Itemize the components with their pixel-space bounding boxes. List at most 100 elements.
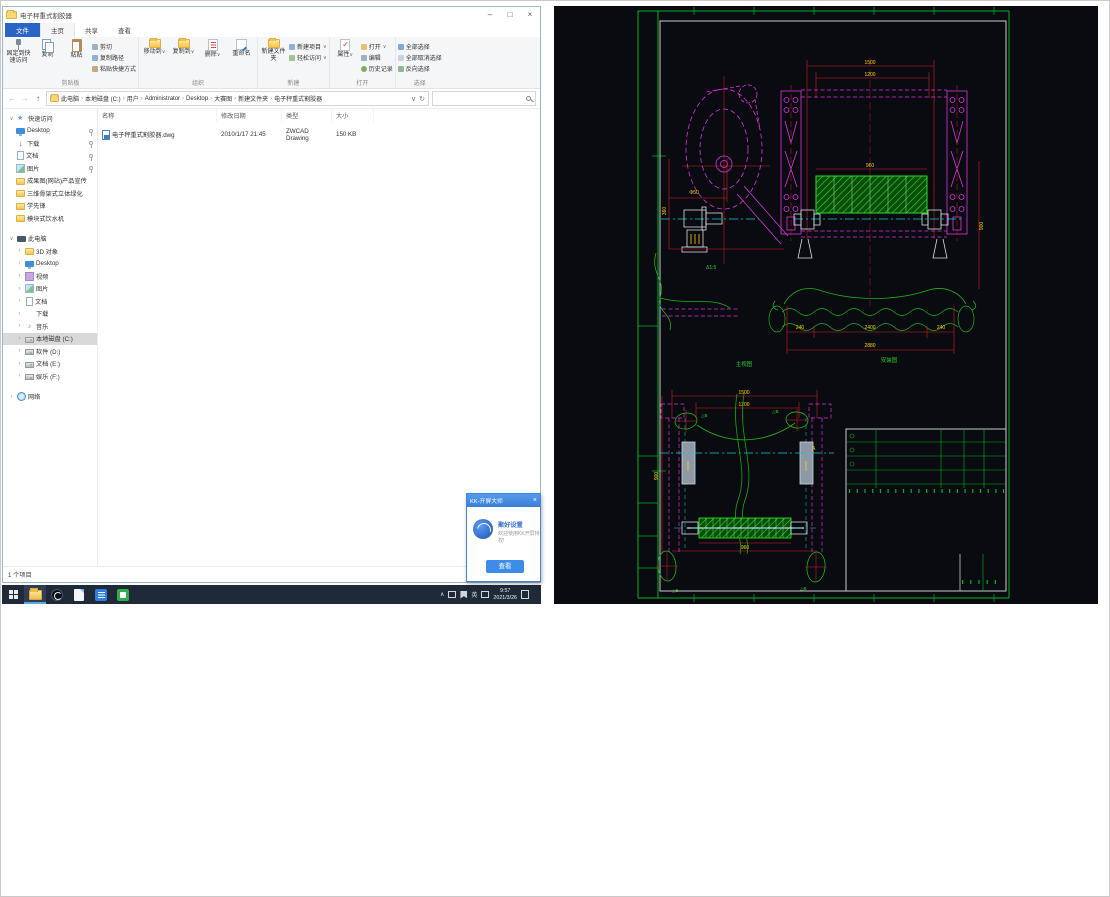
desktop-icon <box>16 128 25 137</box>
copy-button[interactable]: 复制 <box>34 39 61 59</box>
popup-app-icon <box>473 519 493 539</box>
plan-view: 1500 1200 900 960 △B △B △B △B A <box>654 390 834 593</box>
open-button[interactable]: 打开 ∨ <box>360 42 393 51</box>
notification-icon[interactable] <box>521 590 529 599</box>
sidebar-item-desktop-pc[interactable]: › Desktop <box>3 258 97 271</box>
sidebar-item-disk-d[interactable]: › 软件 (D:) <box>3 345 97 358</box>
sidebar-item-desktop[interactable]: Desktop <box>3 125 97 138</box>
ime-indicator[interactable]: 英 <box>471 590 477 599</box>
properties-button[interactable]: ✓ 属性∨ <box>332 39 359 59</box>
sidebar-item-folder[interactable]: 学先锋 <box>3 200 97 213</box>
paste-shortcut-button[interactable]: 粘贴快捷方式 <box>92 64 136 73</box>
quick-access-icon: ★ <box>17 114 24 122</box>
search-box[interactable] <box>432 91 536 106</box>
cut-button[interactable]: 剪切 <box>92 42 136 51</box>
delete-button[interactable]: 删除∨ <box>199 39 226 59</box>
display-tray-icon[interactable] <box>448 591 457 598</box>
taskbar-docs-app[interactable] <box>90 585 112 604</box>
sidebar-quick-access[interactable]: ∨ ★ 快速访问 <box>3 112 97 125</box>
breadcrumb[interactable]: 此电脑 › 本地磁盘 (C:) › 用户 › Administrator › Deskt… <box>46 91 429 106</box>
taskbar-clock[interactable]: 9:57 2021/3/26 <box>493 588 517 601</box>
taskbar-sheets-app[interactable] <box>112 585 134 604</box>
select-none-button[interactable]: 全部取消选择 <box>397 53 442 62</box>
history-button[interactable]: 历史记录 <box>360 64 393 73</box>
sidebar-this-pc[interactable]: ∨ 此电脑 <box>3 233 97 246</box>
column-modified[interactable]: 修改日期 <box>217 109 282 122</box>
sidebar-item-documents-pc[interactable]: › 文档 <box>3 295 97 308</box>
breadcrumb-segment[interactable]: 用户 <box>127 94 139 103</box>
sidebar-item-folder[interactable]: 模块式饮水机 <box>3 212 97 225</box>
new-folder-button[interactable]: 新建文件夹 <box>260 37 287 63</box>
tab-share[interactable]: 共享 <box>75 23 108 37</box>
sidebar-item-local-disk-c[interactable]: › 本地磁盘 (C:) <box>3 332 97 345</box>
column-size[interactable]: 大小 <box>332 109 374 122</box>
popup-close-icon[interactable]: × <box>533 497 537 504</box>
sidebar-item-folder[interactable]: 三维骨架式立体绿化 <box>3 187 97 200</box>
dim-side-height: 360 <box>662 207 668 216</box>
paste-button[interactable]: 粘贴 <box>63 39 90 60</box>
refresh-icon[interactable]: ↻ <box>419 95 425 103</box>
copy-to-button[interactable]: 复制到∨ <box>170 37 197 56</box>
close-button[interactable]: × <box>520 7 540 22</box>
sidebar-item-documents[interactable]: 文档 <box>3 150 97 163</box>
back-button[interactable]: ← <box>7 94 17 103</box>
taskbar-media-app[interactable] <box>46 585 68 604</box>
breadcrumb-segment[interactable]: Administrator <box>145 96 180 102</box>
sidebar-item-pictures-pc[interactable]: › 图片 <box>3 283 97 296</box>
invert-selection-button[interactable]: 反向选择 <box>397 64 442 73</box>
sidebar-item-disk-f[interactable]: › 娱乐 (F:) <box>3 370 97 383</box>
breadcrumb-segment[interactable]: 本地磁盘 (C:) <box>85 94 121 103</box>
start-button[interactable] <box>2 585 24 604</box>
tray-expand-icon[interactable]: ∧ <box>440 591 444 598</box>
breadcrumb-segment[interactable]: Desktop <box>186 96 208 102</box>
taskbar-notes-app[interactable] <box>68 585 90 604</box>
sidebar-item-folder[interactable]: 成果图(网站)产品宣传 <box>3 175 97 188</box>
mark-b: △B <box>772 409 778 414</box>
dim-front-top: 1500 <box>864 60 875 66</box>
sidebar-item-downloads-pc[interactable]: › 下载 <box>3 308 97 321</box>
forward-button[interactable]: → <box>20 94 30 103</box>
tab-home[interactable]: 主页 <box>40 22 75 37</box>
sidebar-item-3d-objects[interactable]: › 3D 对象 <box>3 245 97 258</box>
popup-action-button[interactable]: 查看 <box>486 560 524 573</box>
battery-tray-icon[interactable] <box>481 591 490 598</box>
delete-icon <box>207 39 218 51</box>
tab-view[interactable]: 查看 <box>108 23 141 37</box>
search-input[interactable] <box>433 92 535 105</box>
rename-button[interactable]: 重命名 <box>228 39 255 58</box>
file-row[interactable]: 电子秤重式割胶器.dwg 2010/1/17 21:45 ZWCAD Drawi… <box>98 128 540 142</box>
minimize-button[interactable]: – <box>480 7 500 22</box>
breadcrumb-segment[interactable]: 电子秤重式割胶器 <box>274 94 322 103</box>
app-tray-icon[interactable] <box>460 590 468 599</box>
move-to-button[interactable]: 移动到∨ <box>141 37 168 56</box>
maximize-button[interactable]: □ <box>500 7 520 22</box>
tab-file[interactable]: 文件 <box>5 23 40 37</box>
select-all-button[interactable]: 全部选择 <box>397 42 442 51</box>
sidebar-item-pictures[interactable]: 图片 <box>3 162 97 175</box>
breadcrumb-segment[interactable]: 大赛图 <box>214 94 232 103</box>
sidebar-item-downloads[interactable]: ↓ 下载 <box>3 137 97 150</box>
pin-to-quick-access-button[interactable]: 固定到快速访问 <box>5 39 32 65</box>
sidebar-item-videos[interactable]: › 视频 <box>3 270 97 283</box>
up-button[interactable]: ↑ <box>33 94 43 103</box>
breadcrumb-segment[interactable]: 此电脑 <box>61 94 79 103</box>
taskbar-file-explorer[interactable] <box>24 585 46 604</box>
breadcrumb-segment[interactable]: 新建文件夹 <box>238 94 268 103</box>
sidebar-item-disk-e[interactable]: › 文档 (E:) <box>3 358 97 371</box>
sidebar-item-music[interactable]: › ♪ 音乐 <box>3 320 97 333</box>
popup-title-bar[interactable]: KK-开屏大师 × <box>467 494 540 507</box>
mark-b: △B <box>672 588 678 593</box>
column-type[interactable]: 类型 <box>282 109 332 122</box>
address-dropdown-icon[interactable]: ∨ <box>411 95 416 103</box>
copy-path-button[interactable]: 复制路径 <box>92 53 136 62</box>
new-item-button[interactable]: 新建项目 ∨ <box>289 42 327 51</box>
sheets-app-icon <box>117 588 129 601</box>
column-name[interactable]: 名称 <box>98 109 217 122</box>
title-bar[interactable]: 电子秤重式割胶器 – □ × <box>3 7 540 23</box>
easy-access-button[interactable]: 轻松访问 ∨ <box>289 53 327 62</box>
music-icon: ♪ <box>27 322 32 330</box>
sidebar-network[interactable]: › 网络 <box>3 391 97 404</box>
explorer-icon <box>28 588 42 600</box>
clock-date: 2021/3/26 <box>493 594 517 601</box>
edit-button[interactable]: 编辑 <box>360 53 393 62</box>
